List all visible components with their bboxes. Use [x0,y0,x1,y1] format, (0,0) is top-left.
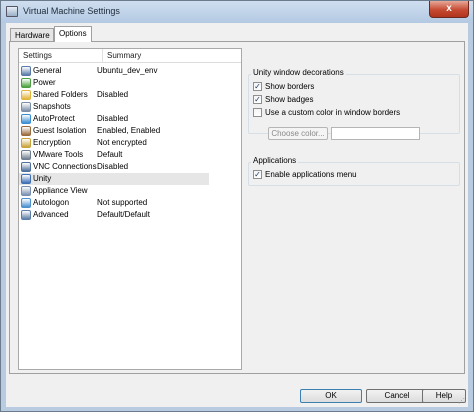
advanced-icon [21,210,31,220]
settings-row-summary: Not supported [97,198,148,207]
settings-row-name: Snapshots [33,102,71,111]
column-header-settings[interactable]: Settings [19,49,103,63]
color-preview-field [331,127,420,140]
choose-color-button[interactable]: Choose color... [268,127,328,140]
settings-row-name: Autologon [33,198,70,207]
settings-row-name: Unity [33,174,52,183]
settings-row-vnc-connections[interactable]: VNC Connections Disabled [19,161,209,173]
column-header-summary[interactable]: Summary [103,49,241,63]
show-badges-checkbox[interactable]: ✓ [253,95,262,104]
settings-row-summary: Not encrypted [97,138,147,147]
unity-icon [21,174,31,184]
ok-button[interactable]: OK [300,389,362,403]
settings-row-guest-isolation[interactable]: Guest Isolation Enabled, Enabled [19,125,209,137]
settings-row-power[interactable]: Power [19,77,209,89]
settings-row-summary: Default/Default [97,210,150,219]
settings-row-summary: Enabled, Enabled [97,126,161,135]
general-icon [21,66,31,76]
settings-row-general[interactable]: General Ubuntu_dev_env [19,65,209,77]
guest-isolation-icon [21,126,31,136]
settings-list[interactable]: Settings Summary General Ubuntu_dev_env Po… [18,48,242,370]
vmware-tools-icon [21,150,31,160]
settings-row-name: Advanced [33,210,69,219]
settings-row-vmware-tools[interactable]: VMware Tools Default [19,149,209,161]
settings-row-shared-folders[interactable]: Shared Folders Disabled [19,89,209,101]
settings-row-summary: Disabled [97,90,129,99]
applications-title: Applications [251,156,299,165]
title-bar[interactable]: Virtual Machine Settings x [1,1,473,23]
settings-row-unity[interactable]: Unity [19,173,209,185]
close-button[interactable]: x [429,1,469,18]
settings-row-name: Appliance View [33,186,88,195]
settings-list-header: Settings Summary [19,49,241,63]
settings-row-encryption[interactable]: Encryption Not encrypted [19,137,209,149]
snapshots-icon [21,102,31,112]
settings-row-name: VNC Connections [33,162,97,171]
autologon-icon [21,198,31,208]
settings-row-name: AutoProtect [33,114,75,123]
settings-row-name: VMware Tools [33,150,84,159]
settings-row-snapshots[interactable]: Snapshots [19,101,209,113]
vm-window-icon [6,6,18,17]
tab-hardware[interactable]: Hardware [10,28,54,42]
settings-row-advanced[interactable]: Advanced Default/Default [19,209,209,221]
settings-row-name: Encryption [33,138,71,147]
cancel-button[interactable]: Cancel [366,389,428,403]
enable-applications-menu-checkbox[interactable]: ✓ [253,170,262,179]
autoprotect-icon [21,114,31,124]
enable-applications-menu-label: Enable applications menu [265,170,357,179]
settings-row-summary: Default [97,150,123,159]
appliance-view-icon [21,186,31,196]
dialog-body: Hardware Options Settings Summary Genera… [6,23,468,407]
window-title: Virtual Machine Settings [23,6,120,16]
settings-row-summary: Disabled [97,114,129,123]
settings-row-summary: Ubuntu_dev_env [97,66,158,75]
settings-row-autologon[interactable]: Autologon Not supported [19,197,209,209]
unity-decorations-group: Unity window decorations ✓ Show borders … [248,68,460,134]
options-tab-panel: Settings Summary General Ubuntu_dev_env Po… [9,41,465,374]
unity-decorations-title: Unity window decorations [251,68,346,77]
applications-group: Applications ✓ Enable applications menu [248,156,460,186]
show-borders-checkbox[interactable]: ✓ [253,82,262,91]
settings-row-appliance-view[interactable]: Appliance View [19,185,209,197]
encryption-icon [21,138,31,148]
settings-row-name: Power [33,78,56,87]
shared-folders-icon [21,90,31,100]
show-badges-label: Show badges [265,95,314,104]
settings-row-name: Guest Isolation [33,126,87,135]
custom-color-label: Use a custom color in window borders [265,108,401,117]
vm-settings-window: Virtual Machine Settings x Hardware Opti… [0,0,474,412]
power-icon [21,78,31,88]
tab-options[interactable]: Options [54,26,92,42]
settings-row-name: General [33,66,62,75]
settings-row-autoprotect[interactable]: AutoProtect Disabled [19,113,209,125]
settings-rows: General Ubuntu_dev_env Power Shared Folders… [19,65,241,221]
settings-row-name: Shared Folders [33,90,88,99]
settings-row-summary: Disabled [97,162,129,171]
show-borders-label: Show borders [265,82,315,91]
custom-color-checkbox[interactable] [253,108,262,117]
resize-grip-icon[interactable]: ⋰ [458,397,466,405]
vnc-connections-icon [21,162,31,172]
